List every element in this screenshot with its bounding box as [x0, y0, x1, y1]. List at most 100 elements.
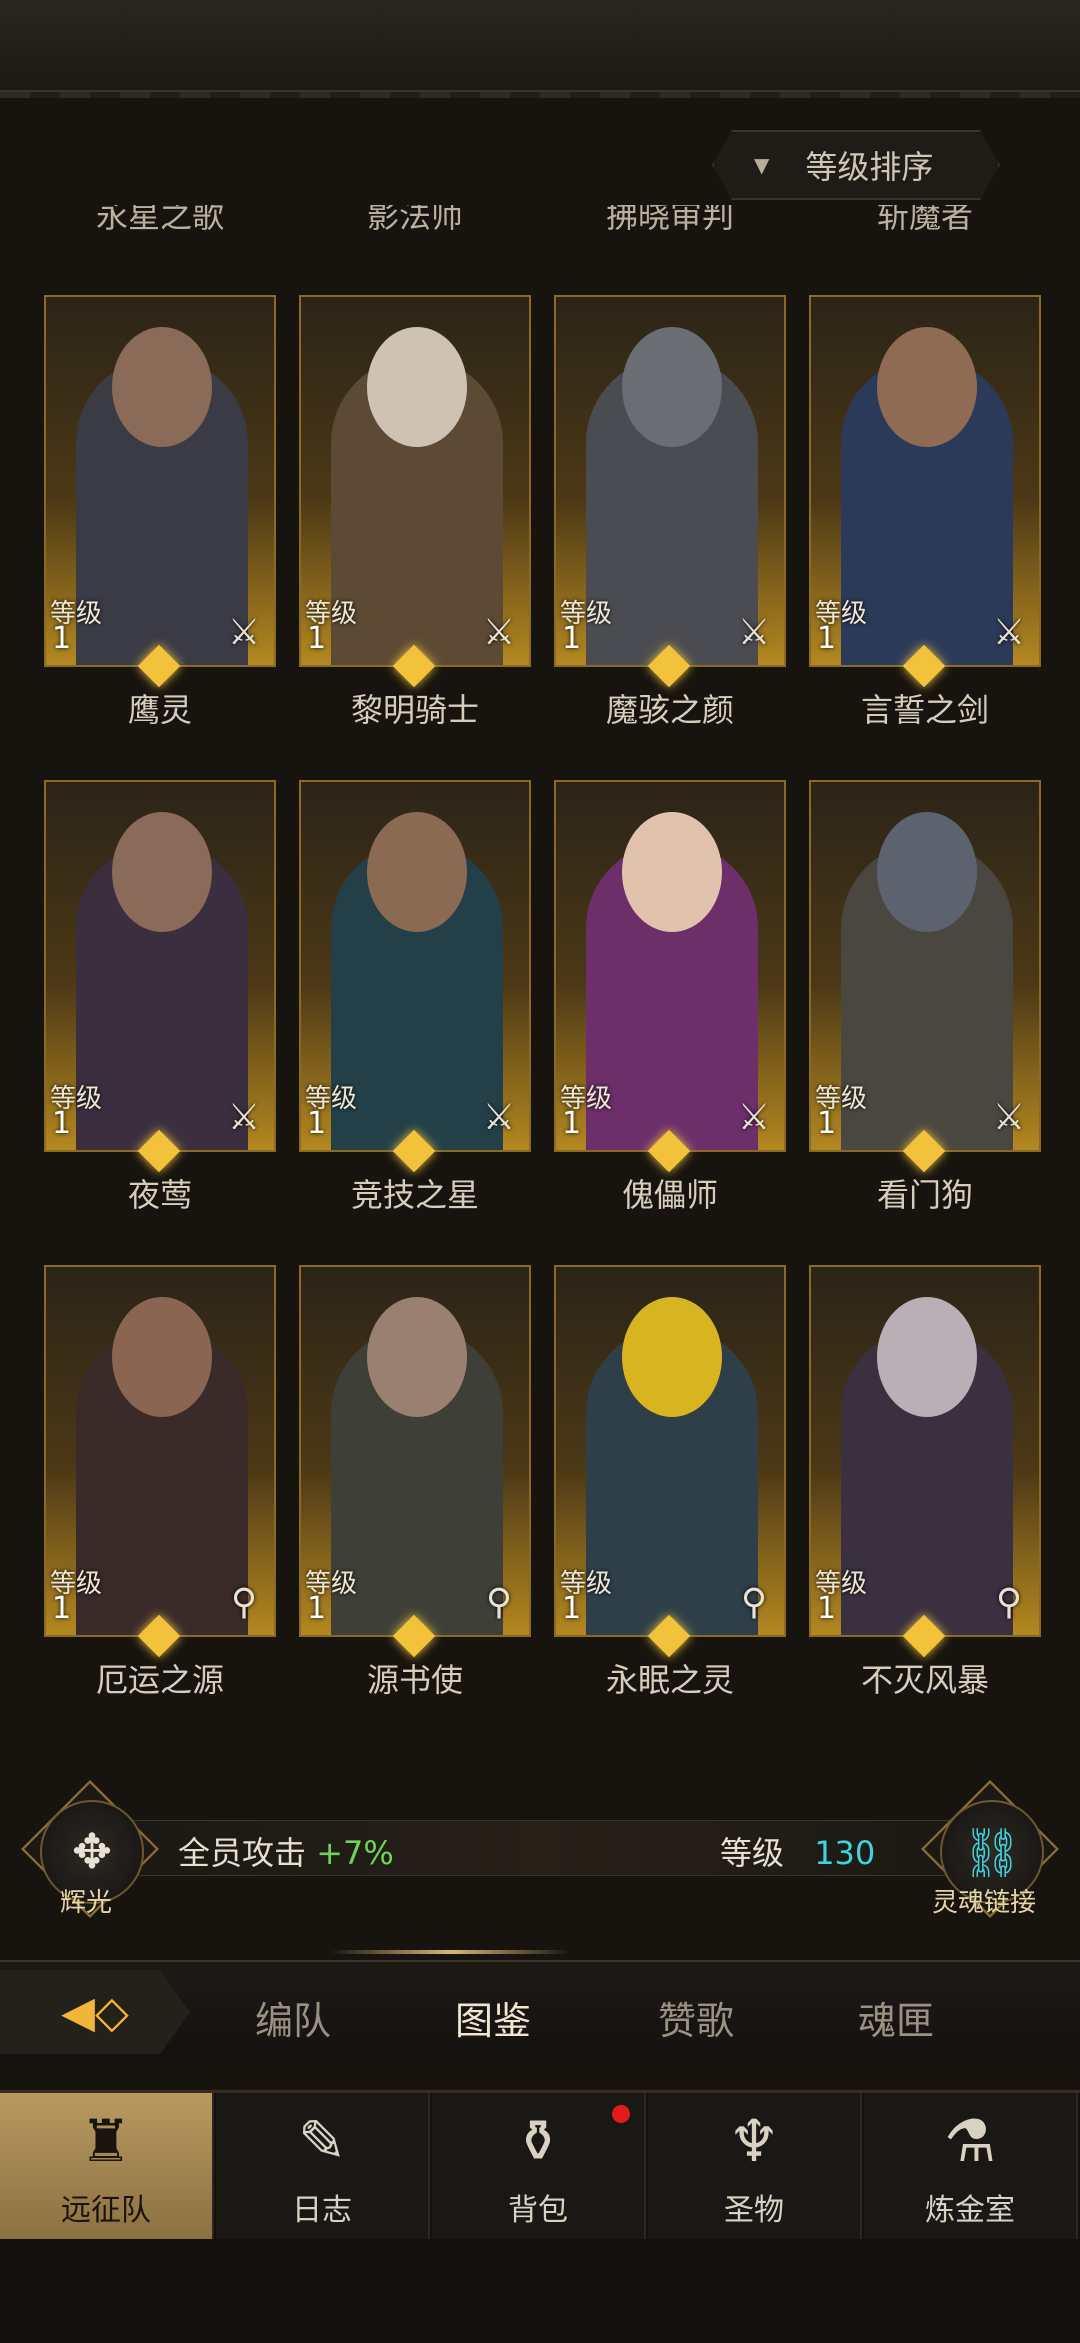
nav-expedition[interactable]: ♜ 远征队 — [0, 2093, 214, 2239]
nav-label: 炼金室 — [925, 2193, 1015, 2228]
hero-card[interactable]: 等级 1 ⚔ 傀儡师 — [554, 780, 786, 1214]
sword-icon: ⚔ — [737, 612, 771, 653]
level-value: 1 — [52, 1106, 72, 1141]
tab-hymn[interactable]: 赞歌 — [658, 1990, 734, 2045]
hero-card[interactable]: 等级 1 ⚔ 夜莺 — [44, 780, 276, 1214]
sword-icon: ⚔ — [227, 1097, 261, 1138]
hero-card[interactable]: 等级 1 ⚔ 竞技之星 — [299, 780, 531, 1214]
hero-name: 黎明骑士 — [350, 691, 479, 729]
staff-icon: ⚲ — [995, 1582, 1023, 1623]
level-value: 1 — [817, 1591, 837, 1626]
sword-icon: ⚔ — [737, 1097, 771, 1138]
staff-icon: ⚲ — [485, 1582, 513, 1623]
bottom-navigation: ♜ 远征队 ✎ 日志 ⚱ 背包 ♆ 圣物 ⚗ 炼金室 — [0, 2090, 1080, 2343]
staff-icon: ⚲ — [230, 1582, 258, 1623]
level-value: 1 — [817, 1106, 837, 1141]
hero-head — [622, 812, 722, 932]
hero-head — [622, 1297, 722, 1417]
tab-divider — [330, 1950, 570, 1954]
level-value: 1 — [817, 621, 837, 656]
hero-head — [622, 327, 722, 447]
hero-card[interactable]: 等级 1 ⚔ 魔骇之颜 — [554, 295, 786, 729]
nav-label: 远征队 — [61, 2193, 151, 2228]
level-value: 1 — [52, 1591, 72, 1626]
chain-link-icon: ⛓ — [961, 1824, 1023, 1881]
tab-collection[interactable]: 图鉴 — [455, 1990, 531, 2045]
sword-icon: ⚔ — [992, 1097, 1026, 1138]
hero-head — [112, 812, 212, 932]
nav-label: 背包 — [508, 2193, 568, 2228]
hero-card[interactable]: 等级 1 ⚲ 厄运之源 — [44, 1265, 276, 1699]
team-attack-value: +7% — [316, 1834, 394, 1872]
sort-by-level-button[interactable]: ▼ 等级排序 — [712, 130, 1000, 200]
team-attack-stat: 全员攻击 +7% — [178, 1828, 394, 1874]
hero-head — [877, 1297, 977, 1417]
alchemy-icon: ⚗ — [944, 2107, 996, 2175]
level-value: 1 — [562, 621, 582, 656]
level-value: 1 — [52, 621, 72, 656]
hero-card[interactable]: 等级 1 ⚲ 源书使 — [299, 1265, 531, 1699]
notification-badge — [612, 2105, 630, 2123]
staff-icon: ⚲ — [740, 1582, 768, 1623]
level-value: 1 — [307, 1591, 327, 1626]
level-value: 1 — [307, 621, 327, 656]
soul-link-level-value: 130 — [814, 1834, 876, 1872]
previous-hero-name: 拂晓审判 — [605, 205, 734, 235]
scroll-icon: ✎ — [297, 2107, 347, 2175]
soul-link-level-stat: 等级 130 — [720, 1828, 875, 1874]
hero-name: 不灭风暴 — [860, 1661, 989, 1699]
hero-name: 永眠之灵 — [605, 1661, 734, 1699]
hero-name: 看门狗 — [876, 1176, 973, 1214]
hero-card[interactable]: 等级 1 ⚲ 不灭风暴 — [809, 1265, 1041, 1699]
arrow-back-icon: ◀◇ — [61, 1986, 129, 2038]
hero-card[interactable]: 等级 1 ⚔ 看门狗 — [809, 780, 1041, 1214]
hero-name: 厄运之源 — [95, 1661, 224, 1699]
hero-name: 源书使 — [366, 1661, 463, 1699]
hero-name: 言誓之剑 — [860, 691, 989, 729]
viking-helmet-icon: ♜ — [80, 2107, 132, 2175]
sword-icon: ⚔ — [992, 612, 1026, 653]
sword-icon: ⚔ — [227, 612, 261, 653]
hero-card[interactable]: 等级 1 ⚔ 言誓之剑 — [809, 295, 1041, 729]
hero-card[interactable]: 等级 1 ⚲ 永眠之灵 — [554, 1265, 786, 1699]
sub-tab-bar: ◀◇ 编队 图鉴 赞歌 魂匣 — [0, 1950, 1080, 2062]
hero-name: 魔骇之颜 — [605, 691, 734, 729]
hero-card[interactable]: 等级 1 ⚔ 鹰灵 — [44, 295, 276, 729]
level-value: 1 — [307, 1106, 327, 1141]
previous-hero-name: 斩魔者 — [876, 205, 973, 235]
radiance-sword-icon: ✥ — [71, 1824, 113, 1880]
chalice-icon: ♆ — [728, 2107, 780, 2175]
hero-head — [877, 812, 977, 932]
previous-hero-name: 永星之歌 — [95, 205, 224, 235]
previous-row-names: 永星之歌 影法师 拂晓审判 斩魔者 — [0, 205, 1080, 241]
nav-label: 日志 — [292, 2193, 352, 2228]
level-value: 1 — [562, 1591, 582, 1626]
hero-name: 鹰灵 — [127, 691, 192, 729]
hero-card[interactable]: 等级 1 ⚔ 黎明骑士 — [299, 295, 531, 729]
hero-head — [367, 1297, 467, 1417]
hero-head — [112, 327, 212, 447]
hero-name: 竞技之星 — [350, 1176, 479, 1214]
nav-journal[interactable]: ✎ 日志 — [216, 2093, 430, 2239]
nav-alchemy[interactable]: ⚗ 炼金室 — [864, 2093, 1078, 2239]
team-stats-bar: ✥ 辉光 全员攻击 +7% 等级 130 ⛓ 灵魂链接 — [0, 1780, 1080, 1918]
soul-link-label: 灵魂链接 — [932, 1888, 1037, 1918]
tab-formation[interactable]: 编队 — [255, 1990, 331, 2045]
back-button[interactable]: ◀◇ — [0, 1970, 190, 2054]
sword-icon: ⚔ — [482, 1097, 516, 1138]
team-attack-label: 全员攻击 — [178, 1834, 307, 1872]
hero-head — [367, 812, 467, 932]
nav-relics[interactable]: ♆ 圣物 — [648, 2093, 862, 2239]
top-banner — [0, 0, 1080, 98]
sword-icon: ⚔ — [482, 612, 516, 653]
dropdown-triangle-icon: ▼ — [754, 153, 770, 177]
tab-soul-box[interactable]: 魂匣 — [858, 1990, 934, 2045]
soul-link-level-label: 等级 — [720, 1834, 785, 1872]
hero-head — [367, 327, 467, 447]
nav-label: 圣物 — [724, 2193, 784, 2228]
hero-name: 夜莺 — [127, 1176, 192, 1214]
hero-head — [877, 327, 977, 447]
sort-label: 等级排序 — [805, 148, 934, 186]
previous-hero-name: 影法师 — [366, 205, 463, 235]
level-value: 1 — [562, 1106, 582, 1141]
